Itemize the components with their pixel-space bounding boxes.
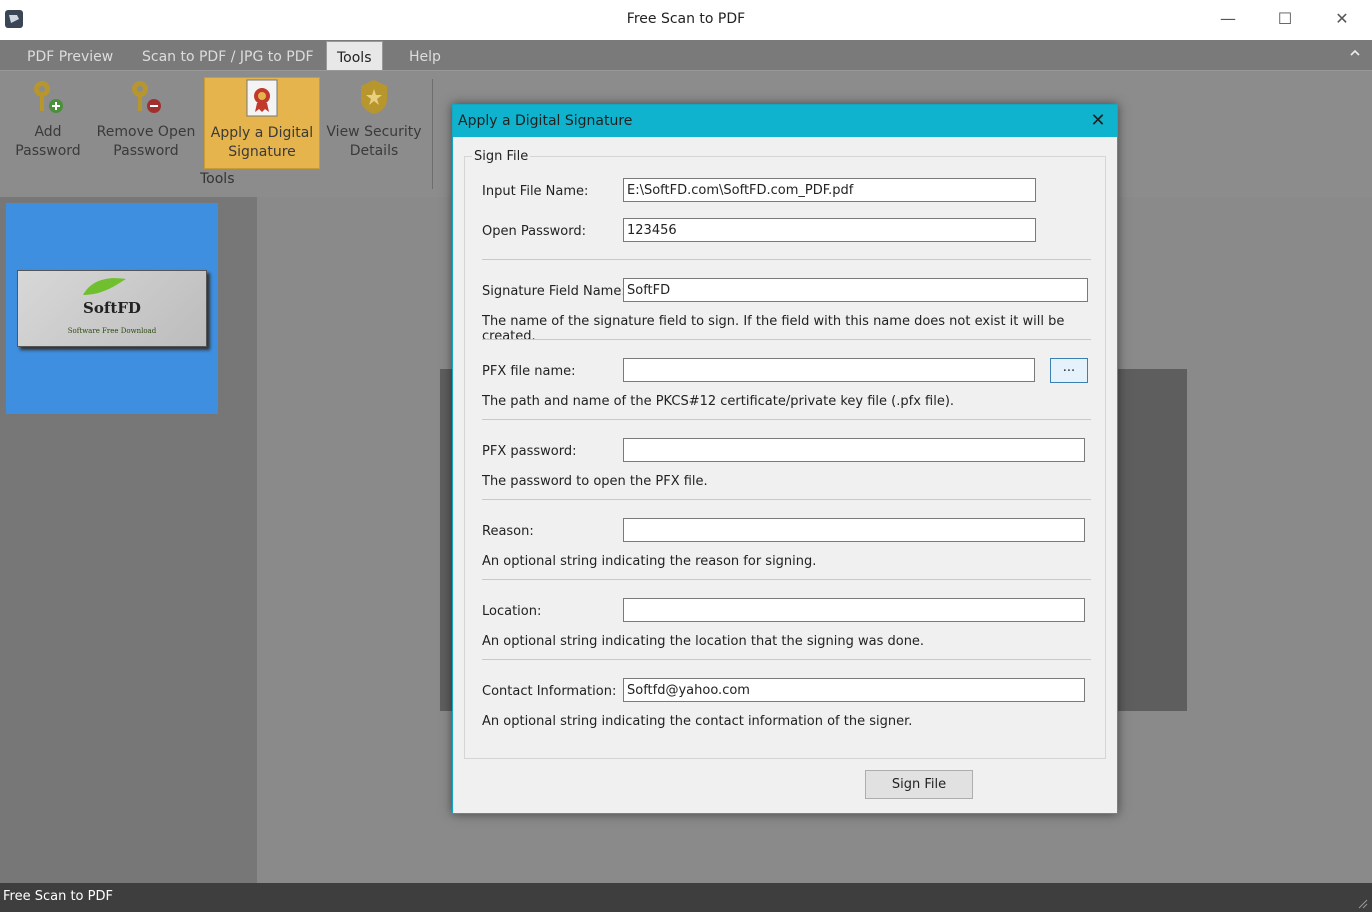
remove-open-password-button[interactable]: Remove Open Password (96, 77, 196, 167)
pfx-password-description: The password to open the PFX file. (482, 474, 708, 489)
separator (482, 579, 1091, 580)
location-label: Location: (482, 604, 542, 619)
window-title: Free Scan to PDF (626, 11, 746, 27)
tab-tools[interactable]: Tools (326, 41, 383, 71)
apply-signature-label-2: Signature (228, 144, 296, 160)
badge-icon (354, 77, 394, 117)
apply-signature-label-1: Apply a Digital (210, 125, 314, 141)
maximize-button[interactable]: ☐ (1257, 0, 1313, 38)
leaf-icon (78, 275, 128, 299)
status-bar: Free Scan to PDF (0, 883, 1372, 912)
remove-password-label-2: Password (113, 143, 179, 159)
separator (482, 419, 1091, 420)
dialog-title: Apply a Digital Signature (458, 113, 633, 129)
dialog-title-bar: Apply a Digital Signature ✕ (453, 105, 1117, 137)
location-description: An optional string indicating the locati… (482, 634, 925, 649)
input-file-field[interactable] (623, 178, 1036, 202)
input-file-label: Input File Name: (482, 184, 589, 199)
sign-file-group-label: Sign File (472, 149, 531, 164)
key-add-icon (28, 77, 68, 117)
open-password-field[interactable] (623, 218, 1036, 242)
separator (482, 259, 1091, 260)
contact-info-label: Contact Information: (482, 684, 617, 699)
add-password-button[interactable]: Add Password (8, 77, 88, 167)
pfx-password-label: PFX password: (482, 444, 577, 459)
open-password-label: Open Password: (482, 224, 586, 239)
view-security-label-2: Details (349, 143, 399, 159)
reason-input[interactable] (623, 518, 1085, 542)
sign-file-button[interactable]: Sign File (865, 770, 973, 799)
signature-field-input[interactable] (623, 278, 1088, 302)
pfx-file-label: PFX file name: (482, 364, 576, 379)
title-bar: Free Scan to PDF — ☐ ✕ (0, 0, 1372, 40)
reason-description: An optional string indicating the reason… (482, 554, 817, 569)
thumbnail-logo-sub: Software Free Download (67, 327, 157, 335)
resize-grip-icon[interactable] (1356, 897, 1368, 909)
view-security-details-button[interactable]: View Security Details (326, 77, 422, 167)
thumbnail-logo-text: SoftFD (83, 299, 141, 317)
tab-pdf-preview[interactable]: PDF Preview (17, 40, 123, 70)
tab-help[interactable]: Help (399, 40, 451, 70)
add-password-label-2: Password (15, 143, 81, 159)
separator (482, 659, 1091, 660)
digital-signature-dialog: Apply a Digital Signature ✕ Sign File In… (452, 104, 1118, 814)
pfx-password-input[interactable] (623, 438, 1085, 462)
pfx-file-description: The path and name of the PKCS#12 certifi… (482, 394, 955, 409)
separator (482, 499, 1091, 500)
close-button[interactable]: ✕ (1314, 0, 1370, 38)
remove-password-label-1: Remove Open (96, 124, 196, 140)
certificate-icon (242, 78, 282, 118)
separator (482, 339, 1091, 340)
location-input[interactable] (623, 598, 1085, 622)
add-password-label-1: Add (34, 124, 62, 140)
ribbon-group-label: Tools (200, 171, 235, 187)
ribbon-tab-bar: PDF Preview Scan to PDF / JPG to PDF Too… (0, 40, 1372, 71)
view-security-label-1: View Security (326, 124, 422, 140)
tab-scan-to-pdf[interactable]: Scan to PDF / JPG to PDF (132, 40, 324, 70)
contact-info-description: An optional string indicating the contac… (482, 714, 913, 729)
chevron-up-icon[interactable] (1348, 46, 1362, 60)
page-thumbnail[interactable]: SoftFD Software Free Download (17, 270, 207, 347)
key-remove-icon (126, 77, 166, 117)
browse-button[interactable]: ... (1050, 358, 1088, 383)
apply-digital-signature-button[interactable]: Apply a Digital Signature (204, 77, 320, 169)
status-text: Free Scan to PDF (3, 889, 113, 904)
contact-info-input[interactable] (623, 678, 1085, 702)
ribbon-divider (432, 79, 433, 189)
signature-field-label: Signature Field Name: (482, 284, 626, 299)
pfx-file-input[interactable] (623, 358, 1035, 382)
dialog-close-button[interactable]: ✕ (1083, 107, 1113, 135)
reason-label: Reason: (482, 524, 534, 539)
minimize-button[interactable]: — (1200, 0, 1256, 38)
